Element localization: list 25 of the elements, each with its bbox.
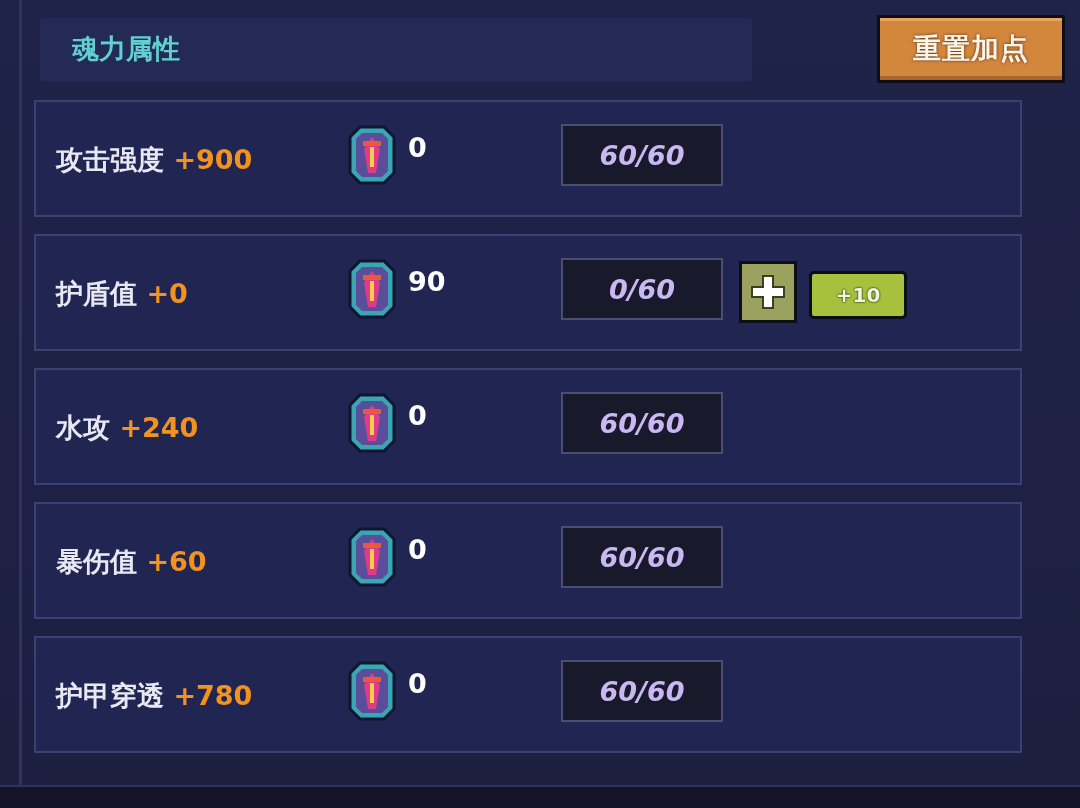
- attribute-name: 护盾值 +0: [56, 277, 188, 311]
- cost-value: 0: [408, 132, 427, 163]
- add-ten-button[interactable]: +10: [809, 271, 907, 319]
- cost-value: 0: [408, 668, 427, 699]
- gem-icon: [348, 527, 396, 587]
- add-button[interactable]: [739, 261, 797, 323]
- section-title: 魂力属性: [72, 32, 180, 66]
- gem-icon: [348, 125, 396, 185]
- cost-value: 0: [408, 400, 427, 431]
- progress-value: 60/60: [561, 124, 723, 186]
- reset-points-button[interactable]: 重置加点: [877, 15, 1065, 83]
- progress-value: 0/60: [561, 258, 723, 320]
- progress-value: 60/60: [561, 526, 723, 588]
- gem-icon: [348, 259, 396, 319]
- plus-icon: [750, 274, 786, 310]
- attribute-name: 攻击强度 +900: [56, 143, 253, 177]
- attribute-name: 水攻 +240: [56, 411, 199, 445]
- attribute-name: 暴伤值 +60: [56, 545, 207, 579]
- progress-value: 60/60: [561, 660, 723, 722]
- gem-icon: [348, 393, 396, 453]
- attribute-name: 护甲穿透 +780: [56, 679, 253, 713]
- gem-icon: [348, 661, 396, 721]
- cost-value: 0: [408, 534, 427, 565]
- cost-value: 90: [408, 266, 446, 297]
- progress-value: 60/60: [561, 392, 723, 454]
